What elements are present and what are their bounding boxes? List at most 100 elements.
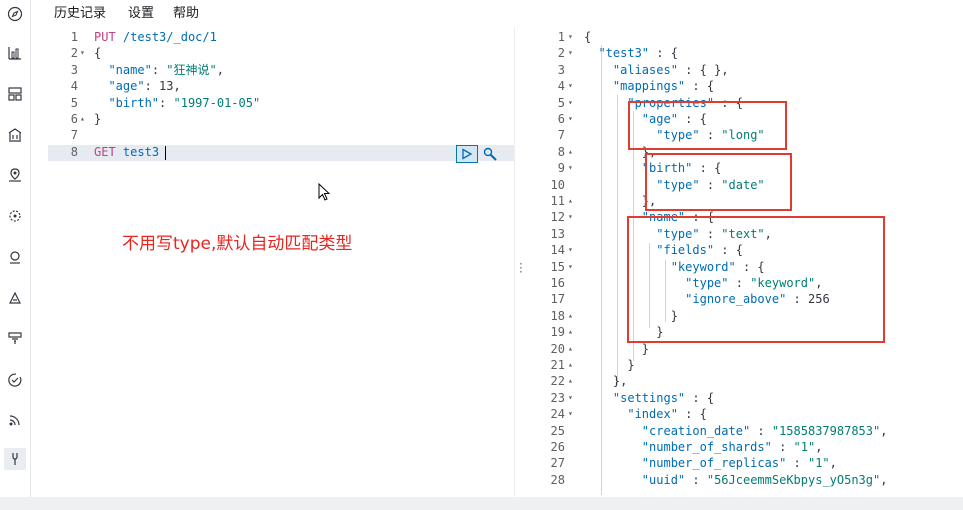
code-line: } xyxy=(656,325,664,340)
resize-handle-icon[interactable]: · · · xyxy=(519,258,523,278)
line-number: 2 xyxy=(70,46,78,61)
line-number: 1 xyxy=(70,30,78,44)
code-line[interactable]: "age": 13, xyxy=(94,78,180,94)
line-number: 3 xyxy=(70,62,78,77)
code-line[interactable]: GET test3 xyxy=(94,144,159,160)
send-request-button[interactable] xyxy=(456,145,478,163)
console-menu-bar: 历史记录 设置 帮助 xyxy=(31,0,963,22)
code-line: "number_of_shards" : "1", xyxy=(641,440,823,454)
fold-open-icon[interactable]: ▾ xyxy=(568,242,573,258)
code-line: }, xyxy=(641,194,657,208)
fold-close-icon[interactable]: ▴ xyxy=(568,324,573,340)
code-line: "type" : "text", xyxy=(656,226,772,241)
code-line: "index" : { xyxy=(627,407,707,422)
code-line: "fields" : { xyxy=(656,243,743,258)
menu-help[interactable]: 帮助 xyxy=(173,2,199,21)
fold-open-icon[interactable]: ▾ xyxy=(568,406,573,422)
code-line: "uuid" : "56JceemmSeKbpys_yO5n3g", xyxy=(641,472,888,487)
code-line: } xyxy=(670,308,678,323)
code-line: } xyxy=(641,341,650,356)
annotation-note: 不用写type,默认自动匹配类型 xyxy=(122,234,353,254)
line-number: 1 xyxy=(557,30,565,44)
canvas-icon[interactable] xyxy=(4,124,26,146)
infrastructure-icon[interactable] xyxy=(4,246,26,268)
line-number: 3 xyxy=(557,62,565,77)
code-line: "aliases" : { }, xyxy=(612,62,729,77)
code-line: "test3" : { xyxy=(598,46,678,61)
code-line: "ignore_above" : 256 xyxy=(685,292,830,307)
code-line: "type" : "long" xyxy=(656,128,765,143)
code-line: "name" : { xyxy=(641,210,715,225)
code-line: } xyxy=(627,358,635,372)
line-number: 6 xyxy=(70,112,78,126)
fold-open-icon[interactable]: ▾ xyxy=(568,29,573,45)
request-options-button[interactable] xyxy=(480,145,500,163)
fold-open-icon[interactable]: ▾ xyxy=(568,95,573,111)
play-icon xyxy=(462,148,473,160)
compass-icon[interactable] xyxy=(4,3,26,25)
code-line[interactable]: "name": "狂神说", xyxy=(94,62,224,78)
line-number: 9 xyxy=(557,161,565,176)
fold-open-icon[interactable]: ▾ xyxy=(568,111,573,127)
bottom-scroll-area xyxy=(0,497,963,510)
code-line: "settings" : { xyxy=(612,390,715,405)
line-number: 14 xyxy=(550,243,565,258)
line-number: 28 xyxy=(550,472,565,487)
code-line: }, xyxy=(641,144,657,159)
dev-tools-icon[interactable] xyxy=(4,448,26,470)
fold-open-icon[interactable]: ▾ xyxy=(568,259,573,275)
line-number: 19 xyxy=(550,325,565,340)
fold-close-icon[interactable]: ▴ xyxy=(80,111,85,127)
text-cursor xyxy=(165,146,166,160)
code-line: "type" : "date" xyxy=(656,177,765,192)
fold-close-icon[interactable]: ▴ xyxy=(568,308,573,324)
line-number: 15 xyxy=(550,259,565,274)
code-line: "number_of_replicas" : "1", xyxy=(641,456,837,471)
line-number: 26 xyxy=(550,440,565,454)
line-number: 8 xyxy=(70,144,78,159)
fold-open-icon[interactable]: ▾ xyxy=(568,390,573,406)
line-number: 13 xyxy=(550,226,565,241)
apm-icon[interactable] xyxy=(4,327,26,349)
line-number: 22 xyxy=(550,374,565,389)
fold-open-icon[interactable]: ▾ xyxy=(568,160,573,176)
line-number: 6 xyxy=(557,112,565,126)
line-number: 23 xyxy=(550,390,565,405)
code-line: { xyxy=(584,30,592,44)
line-number: 25 xyxy=(550,423,565,438)
dashboard-icon[interactable] xyxy=(4,83,26,105)
fold-close-icon[interactable]: ▴ xyxy=(568,144,573,160)
fold-close-icon[interactable]: ▴ xyxy=(568,193,573,209)
line-number: 7 xyxy=(557,128,565,143)
line-number: 20 xyxy=(550,341,565,356)
mouse-pointer-icon xyxy=(318,183,331,201)
uptime-icon[interactable] xyxy=(4,369,26,391)
wrench-icon xyxy=(483,147,497,161)
visualize-icon[interactable] xyxy=(4,42,26,64)
code-line[interactable]: { xyxy=(94,45,101,61)
menu-settings[interactable]: 设置 xyxy=(128,2,154,21)
code-line[interactable]: PUT /test3/_doc/1 xyxy=(94,29,217,45)
line-number: 17 xyxy=(550,292,565,307)
fold-open-icon[interactable]: ▾ xyxy=(568,45,573,61)
line-number: 24 xyxy=(550,407,565,422)
fold-open-icon[interactable]: ▾ xyxy=(568,78,573,94)
maps-icon[interactable] xyxy=(4,164,26,186)
logs-icon[interactable] xyxy=(4,287,26,309)
fold-open-icon[interactable]: ▾ xyxy=(568,209,573,225)
menu-history[interactable]: 历史记录 xyxy=(54,2,106,21)
code-line[interactable]: } xyxy=(94,111,101,127)
line-number: 8 xyxy=(557,144,565,159)
line-number: 11 xyxy=(550,194,565,208)
line-number: 4 xyxy=(557,79,565,94)
fold-close-icon[interactable]: ▴ xyxy=(568,373,573,389)
line-number: 12 xyxy=(550,210,565,225)
siem-icon[interactable] xyxy=(4,409,26,431)
fold-open-icon[interactable]: ▾ xyxy=(80,45,85,61)
ml-icon[interactable] xyxy=(4,205,26,227)
code-line[interactable]: "birth": "1997-01-05" xyxy=(94,95,260,111)
code-line: }, xyxy=(612,374,628,389)
fold-close-icon[interactable]: ▴ xyxy=(568,341,573,357)
line-number: 18 xyxy=(550,308,565,323)
fold-close-icon[interactable]: ▴ xyxy=(568,357,573,373)
